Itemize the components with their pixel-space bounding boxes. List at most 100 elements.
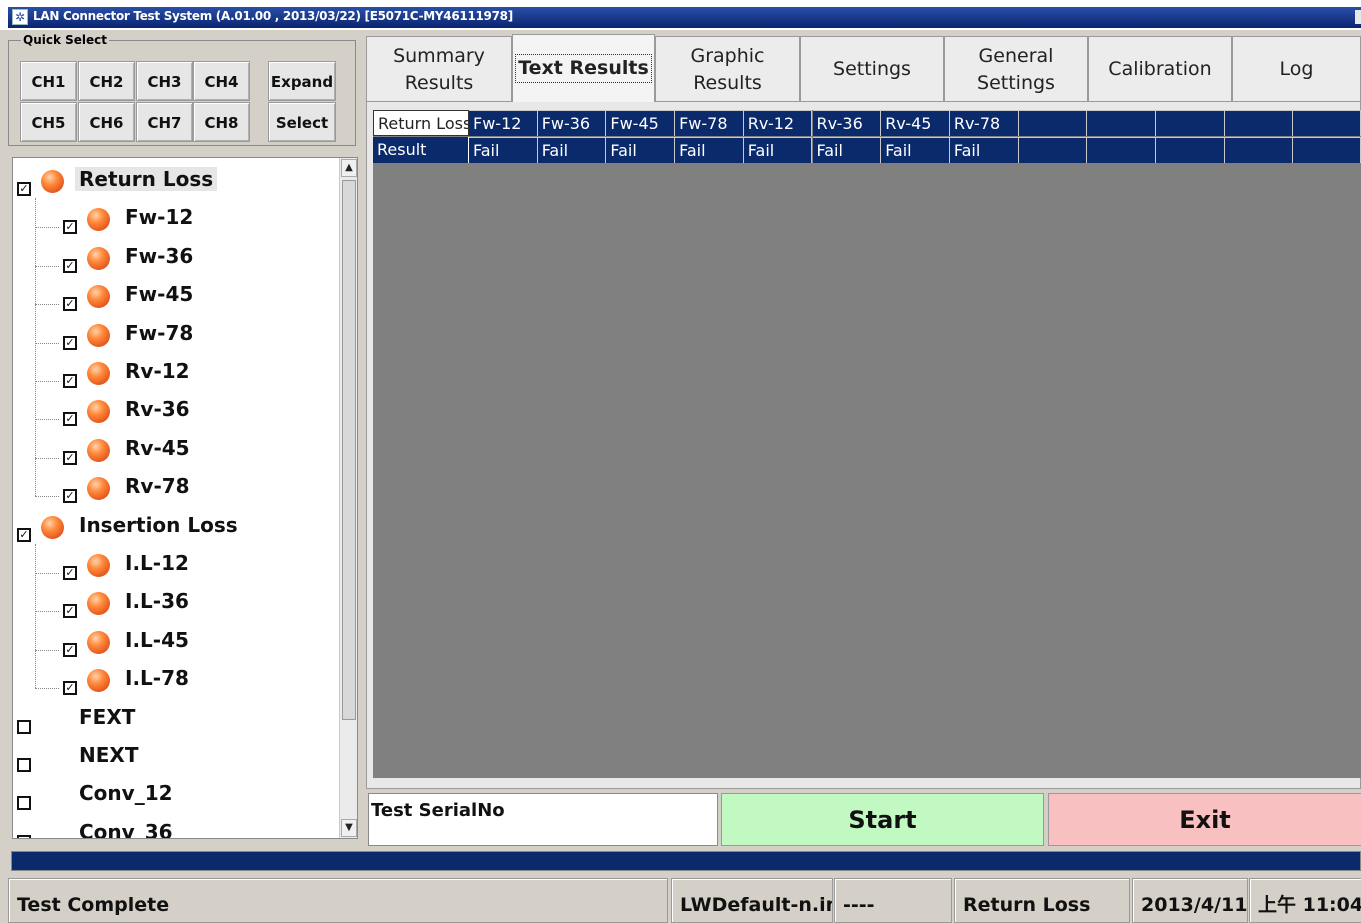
tree-scrollbar[interactable]: ▲ ▼ bbox=[339, 158, 357, 838]
grid-column-header[interactable]: Rv-12 bbox=[743, 110, 813, 136]
tree-item[interactable]: ✓ Fw-78 bbox=[13, 316, 343, 352]
tree-item[interactable]: ✓ Rv-78 bbox=[13, 469, 343, 505]
start-button[interactable]: Start bbox=[721, 793, 1044, 846]
tree-item[interactable]: ✓ Rv-36 bbox=[13, 392, 343, 428]
grid-cell[interactable]: Fail bbox=[469, 137, 538, 163]
grid-cell[interactable]: Fail bbox=[606, 137, 676, 163]
checkbox-checked-icon[interactable]: ✓ bbox=[63, 642, 77, 657]
scroll-up-arrow-icon[interactable]: ▲ bbox=[341, 159, 357, 177]
grid-cell[interactable] bbox=[1018, 137, 1088, 163]
channel-button-ch1[interactable]: CH1 bbox=[20, 61, 77, 101]
checkbox-checked-icon[interactable]: ✓ bbox=[63, 450, 77, 465]
channel-button-ch7[interactable]: CH7 bbox=[136, 102, 193, 142]
checkbox-checked-icon[interactable]: ✓ bbox=[17, 527, 31, 542]
tree-item-label: I.L-12 bbox=[125, 551, 189, 575]
tree-item[interactable]: ✓ Fw-36 bbox=[13, 239, 343, 275]
tree-item-label: Rv-78 bbox=[125, 474, 190, 499]
status-dot-icon bbox=[87, 323, 110, 347]
channel-button-ch5[interactable]: CH5 bbox=[20, 102, 77, 142]
tree-item[interactable]: ✓ Fw-45 bbox=[13, 277, 343, 313]
title-bar-strip[interactable]: ✲ LAN Connector Test System (A.01.00 , 2… bbox=[8, 7, 1361, 28]
tree-item[interactable]: ✓ I.L-78 bbox=[13, 661, 343, 697]
tree-item[interactable]: ✓ Rv-12 bbox=[13, 354, 343, 390]
grid-cell[interactable]: Fail bbox=[675, 137, 744, 163]
grid-cell[interactable] bbox=[1224, 137, 1294, 163]
checkbox-checked-icon[interactable]: ✓ bbox=[63, 604, 77, 619]
tree-item[interactable]: ✓ Return Loss bbox=[13, 162, 343, 198]
status-bar: Test Complete LWDefault-n.ini ---- Retur… bbox=[0, 875, 1361, 923]
grid-column-header[interactable]: Fw-12 bbox=[469, 110, 538, 136]
tab-general-settings[interactable]: General Settings bbox=[944, 36, 1088, 102]
tab-summary-results[interactable]: Summary Results bbox=[366, 36, 512, 102]
tab-log[interactable]: Log bbox=[1232, 36, 1361, 102]
checkbox-icon[interactable] bbox=[17, 796, 31, 811]
grid-cell[interactable]: Fail bbox=[537, 137, 607, 163]
expand-button[interactable]: Expand bbox=[268, 61, 336, 101]
channel-button-ch4[interactable]: CH4 bbox=[193, 61, 250, 101]
grid-cell[interactable]: Fail bbox=[743, 137, 813, 163]
grid-column-header[interactable]: Fw-36 bbox=[537, 110, 607, 136]
checkbox-checked-icon[interactable]: ✓ bbox=[63, 412, 77, 427]
grid-cell[interactable] bbox=[1156, 137, 1225, 163]
select-button[interactable]: Select bbox=[268, 102, 336, 142]
checkbox-checked-icon[interactable]: ✓ bbox=[17, 182, 31, 196]
scroll-down-arrow-icon[interactable]: ▼ bbox=[341, 819, 357, 837]
tree-item[interactable]: ✓ I.L-45 bbox=[13, 623, 343, 659]
tree-item[interactable]: FEXT bbox=[13, 700, 343, 736]
tree-item[interactable]: Conv_36 bbox=[13, 815, 343, 838]
tree-item-label: Return Loss bbox=[75, 167, 218, 191]
checkbox-checked-icon[interactable]: ✓ bbox=[63, 374, 77, 388]
tab-text-results[interactable]: Text Results bbox=[512, 34, 655, 102]
grid-column-header[interactable]: Fw-45 bbox=[606, 110, 676, 136]
checkbox-checked-icon[interactable]: ✓ bbox=[63, 220, 77, 235]
checkbox-checked-icon[interactable]: ✓ bbox=[63, 297, 77, 312]
channel-button-ch8[interactable]: CH8 bbox=[193, 102, 250, 142]
checkbox-icon[interactable] bbox=[17, 719, 31, 734]
checkbox-icon[interactable] bbox=[17, 834, 31, 838]
checkbox-checked-icon[interactable]: ✓ bbox=[63, 489, 77, 504]
tree-connector bbox=[35, 419, 59, 421]
tree-item[interactable]: ✓ Insertion Loss bbox=[13, 508, 343, 544]
channel-button-ch2[interactable]: CH2 bbox=[78, 61, 135, 101]
checkbox-checked-icon[interactable]: ✓ bbox=[63, 335, 77, 350]
grid-column-header[interactable] bbox=[1293, 110, 1361, 136]
tab-label: Settings bbox=[833, 58, 911, 80]
channel-button-ch6[interactable]: CH6 bbox=[78, 102, 135, 142]
checkbox-checked-icon[interactable]: ✓ bbox=[63, 566, 77, 580]
status-dot-icon bbox=[87, 400, 110, 424]
grid-cell[interactable]: Fail bbox=[881, 137, 950, 163]
grid-column-header[interactable]: Rv-45 bbox=[881, 110, 950, 136]
status-field: ---- bbox=[834, 878, 952, 923]
checkbox-icon[interactable] bbox=[17, 758, 31, 772]
progress-bar bbox=[11, 851, 1361, 871]
checkbox-checked-icon[interactable]: ✓ bbox=[63, 258, 77, 273]
tree-item[interactable]: ✓ Fw-12 bbox=[13, 200, 343, 236]
grid-column-header[interactable] bbox=[1087, 110, 1156, 136]
grid-column-header[interactable]: Fw-78 bbox=[675, 110, 744, 136]
tab-calibration[interactable]: Calibration bbox=[1088, 36, 1232, 102]
grid-cell[interactable] bbox=[1087, 137, 1156, 163]
serial-number-field[interactable]: Test SerialNo bbox=[368, 793, 718, 846]
grid-cell[interactable]: Fail bbox=[949, 137, 1019, 163]
grid-cell[interactable] bbox=[1293, 137, 1361, 163]
channel-button-ch3[interactable]: CH3 bbox=[136, 61, 193, 101]
window-control[interactable] bbox=[1355, 10, 1361, 24]
tree-item-label: Fw-36 bbox=[125, 243, 194, 268]
scroll-thumb[interactable] bbox=[342, 180, 356, 720]
grid-cell[interactable]: Fail bbox=[812, 137, 882, 163]
grid-column-header[interactable]: Rv-78 bbox=[949, 110, 1019, 136]
checkbox-checked-icon[interactable]: ✓ bbox=[63, 681, 77, 696]
grid-column-header[interactable] bbox=[1224, 110, 1294, 136]
tab-graphic-results[interactable]: Graphic Results bbox=[655, 36, 800, 102]
grid-column-header[interactable]: Rv-36 bbox=[812, 110, 882, 136]
grid-column-header[interactable] bbox=[1156, 110, 1225, 136]
exit-button[interactable]: Exit bbox=[1048, 793, 1361, 846]
tab-settings[interactable]: Settings bbox=[800, 36, 944, 102]
tree-item[interactable]: Conv_12 bbox=[13, 776, 343, 812]
grid-column-header[interactable] bbox=[1018, 110, 1088, 136]
tree-item[interactable]: NEXT bbox=[13, 738, 343, 774]
tree-item[interactable]: ✓ I.L-12 bbox=[13, 546, 343, 582]
tree-item[interactable]: ✓ Rv-45 bbox=[13, 431, 343, 467]
tree-item[interactable]: ✓ I.L-36 bbox=[13, 584, 343, 620]
status-dot-icon bbox=[87, 554, 110, 577]
